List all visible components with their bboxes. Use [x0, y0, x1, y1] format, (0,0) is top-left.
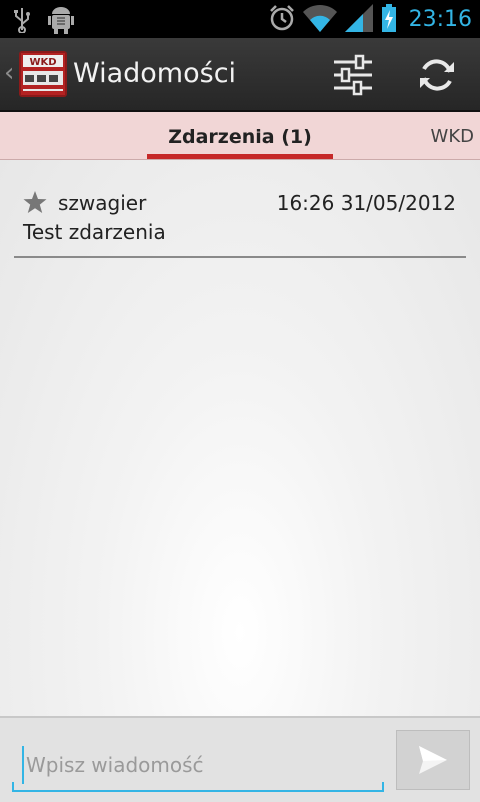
message-input[interactable]	[22, 746, 381, 784]
signal-icon	[344, 4, 373, 36]
up-caret-icon[interactable]: ‹	[4, 58, 14, 88]
usb-icon	[14, 7, 30, 37]
battery-charging-icon	[381, 4, 397, 36]
alarm-icon	[269, 4, 295, 36]
message-sender: szwagier	[58, 191, 147, 215]
tab-indicator	[147, 154, 333, 159]
send-button[interactable]	[396, 730, 470, 790]
message-list: szwagier 16:26 31/05/2012 Test zdarzenia	[0, 160, 480, 716]
message-text: Test zdarzenia	[23, 220, 166, 244]
tab-events[interactable]: Zdarzenia (1)	[147, 112, 333, 159]
compose-bar	[0, 716, 480, 802]
refresh-icon[interactable]	[414, 52, 460, 98]
status-bar: 23:16	[0, 0, 480, 38]
send-icon	[419, 746, 447, 774]
message-time: 16:26 31/05/2012	[276, 191, 456, 215]
star-icon[interactable]	[23, 190, 47, 214]
tab-wkd[interactable]: WKD	[431, 112, 474, 162]
tab-strip: Zdarzenia (1) WKD	[0, 112, 480, 160]
android-debug-icon	[48, 6, 74, 38]
clock: 23:16	[408, 7, 472, 32]
svg-text:WKD: WKD	[29, 57, 56, 68]
settings-sliders-icon[interactable]	[330, 52, 376, 98]
action-bar: ‹ WKD Wiadomości	[0, 38, 480, 112]
message-input-wrapper	[12, 738, 384, 792]
app-logo-icon[interactable]: WKD	[19, 51, 67, 97]
page-title: Wiadomości	[73, 58, 237, 89]
wifi-icon	[302, 4, 337, 36]
list-item[interactable]: szwagier 16:26 31/05/2012 Test zdarzenia	[14, 182, 466, 258]
